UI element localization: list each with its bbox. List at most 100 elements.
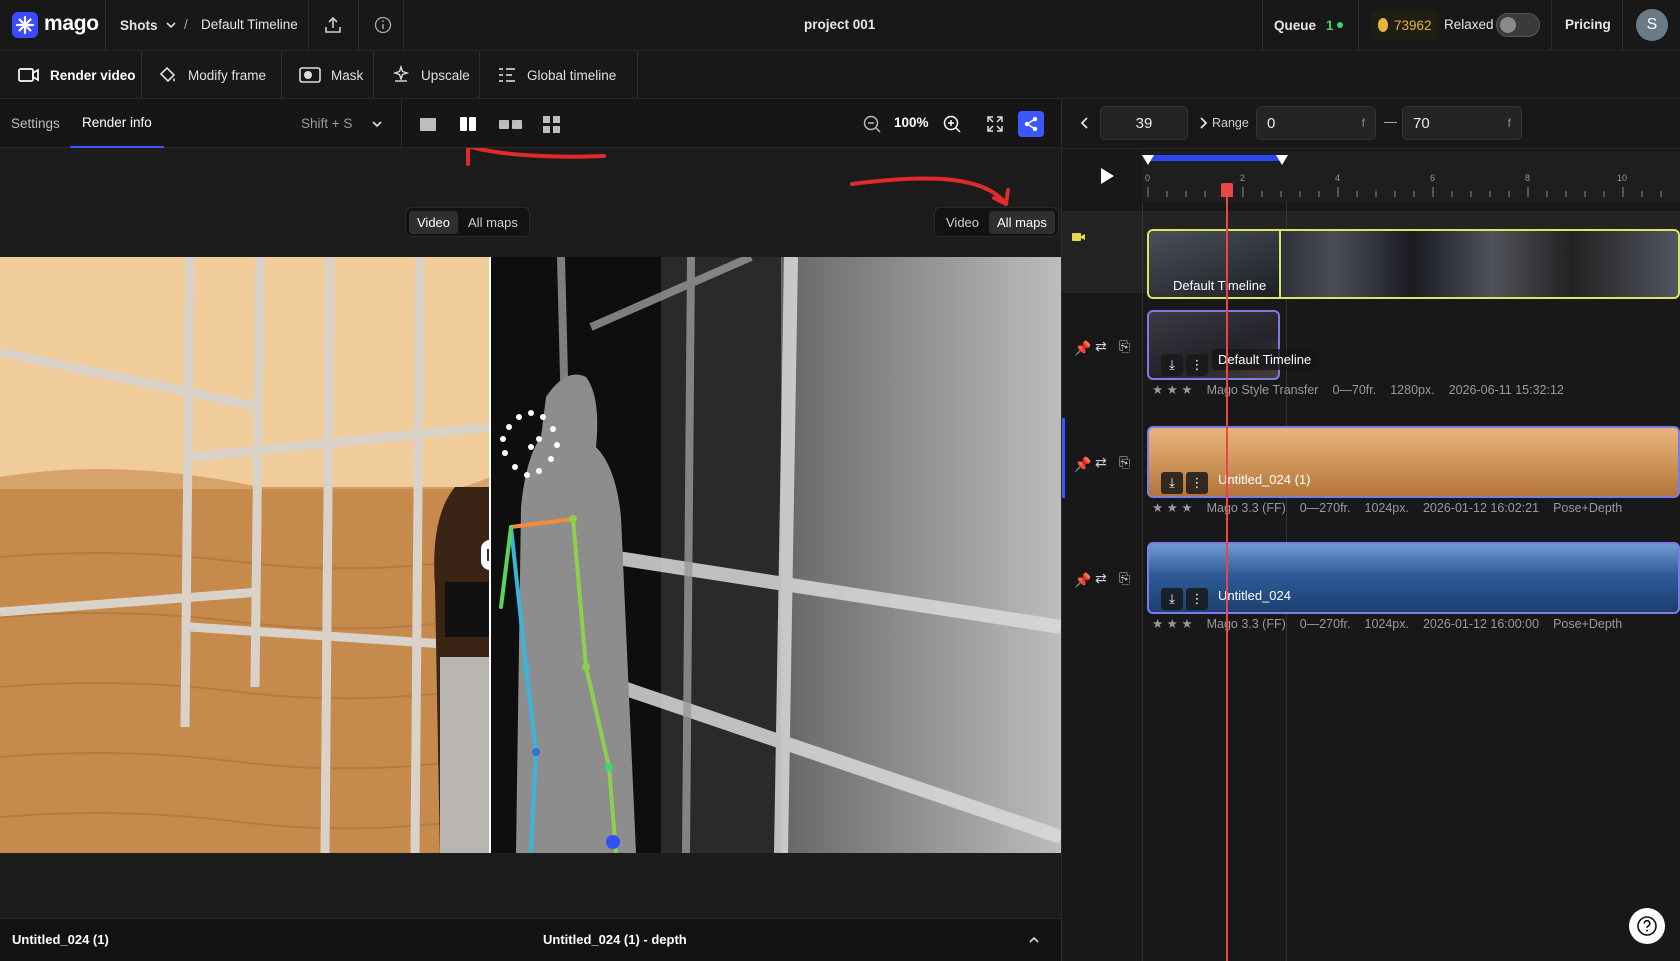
render-video-label: Render video [50,67,136,83]
viewer-header: Settings Render info Shift + S 100% [0,99,1061,148]
more-options-icon[interactable]: ⋮ [1186,354,1208,376]
swap-icon[interactable]: ⇄ [1095,338,1107,355]
modify-frame-label: Modify frame [188,67,267,83]
global-timeline-label: Global timeline [527,67,617,83]
track-2-rating[interactable]: ★ ★ ★ [1152,500,1193,515]
modify-frame-button[interactable]: Modify frame [158,51,266,99]
help-icon [1637,916,1657,936]
zoom-in-button[interactable] [941,113,963,135]
breadcrumb-current[interactable]: Default Timeline [201,17,298,32]
camera-replace-icon[interactable]: ⎘ [1119,454,1130,471]
queue-indicator[interactable]: Queue 1 [1274,0,1343,50]
paint-bucket-icon [159,66,176,83]
right-video-option[interactable]: Video [938,211,987,234]
zoom-in-icon [943,115,961,133]
left-output-name: Untitled_024 (1) [12,932,109,947]
track-2-frames: 0—270fr. [1299,500,1351,515]
global-timeline-button[interactable]: Global timeline [497,51,616,99]
render-video-button[interactable]: Render video [18,51,136,99]
range-start-input[interactable]: 0 f [1256,106,1376,140]
layout-shortcut-dropdown[interactable]: Shift + S [301,99,384,148]
range-start-unit: f [1361,116,1365,130]
track-1-rating[interactable]: ★ ★ ★ [1152,382,1193,397]
layout-single-button[interactable] [419,115,437,133]
pin-icon[interactable]: 📌 [1074,456,1091,473]
coin-icon [1378,18,1388,32]
mask-button[interactable]: Mask [299,51,363,99]
shortcut-label: Shift + S [301,116,353,131]
current-frame-input[interactable]: 39 [1100,106,1188,140]
mode-label: Relaxed [1444,17,1494,32]
relaxed-mode-toggle[interactable] [1496,13,1540,37]
left-video-option[interactable]: Video [409,210,459,234]
upscale-button[interactable]: Upscale [391,51,470,99]
track-3-meta: ★ ★ ★ Mago 3.3 (FF) 0—270fr. 1024px. 202… [1152,616,1622,632]
ruler-tick-2: 2 [1240,173,1246,183]
chevron-down-icon [165,22,176,29]
tab-settings[interactable]: Settings [11,99,60,148]
upscale-sparkle-icon [392,65,410,82]
zoom-level: 100% [894,115,929,130]
ruler-tick-0: 0 [1145,173,1151,183]
pricing-link[interactable]: Pricing [1565,17,1611,32]
zoom-out-button[interactable] [861,113,883,135]
swap-icon[interactable]: ⇄ [1095,570,1107,587]
chevron-right-icon [1200,117,1208,129]
range-label: Range [1212,116,1249,130]
depth-map-image [491,257,1061,853]
swap-icon[interactable]: ⇄ [1095,454,1107,471]
share-button[interactable] [1018,111,1044,137]
mago-logo-icon[interactable] [12,12,38,38]
layout-split-icon [460,117,476,131]
play-icon [1101,168,1114,184]
playhead-handle[interactable] [1221,183,1233,197]
tab-render-info[interactable]: Render info [70,99,164,148]
camera-replace-icon[interactable]: ⎘ [1119,570,1130,587]
camera-replace-icon[interactable]: ⎘ [1119,338,1130,355]
more-options-icon[interactable]: ⋮ [1186,588,1208,610]
left-all-maps-option[interactable]: All maps [460,211,526,234]
pin-icon[interactable]: 📌 [1074,572,1091,589]
credits-value: 73962 [1394,17,1432,33]
upscale-label: Upscale [421,67,470,83]
viewer-canvas: Video All maps Video All maps [0,148,1061,918]
track-3-date: 2026-01-12 16:00:00 [1422,616,1540,631]
layout-split-button[interactable] [459,115,477,133]
more-options-icon[interactable]: ⋮ [1186,472,1208,494]
breadcrumb-separator: / [184,17,188,32]
track-2-maps: Pose+Depth [1553,500,1623,515]
layout-grid-button[interactable] [541,114,561,134]
credits-badge[interactable]: 73962 [1371,10,1439,40]
collapse-footer-button[interactable] [1024,930,1044,950]
download-icon[interactable]: ⤓ [1161,354,1183,376]
info-icon [374,16,392,34]
range-separator: — [1384,114,1397,129]
track-2-model: Mago 3.3 (FF) [1206,500,1286,515]
expand-icon [987,116,1003,132]
fullscreen-button[interactable] [984,113,1006,135]
user-avatar[interactable]: S [1636,9,1668,41]
info-button[interactable] [368,12,398,38]
video-camera-icon [18,68,39,82]
download-icon[interactable]: ⤓ [1161,588,1183,610]
help-button[interactable] [1629,908,1665,944]
mask-image-icon [299,67,321,83]
track-3-rating[interactable]: ★ ★ ★ [1152,616,1193,631]
layout-side-by-side-button[interactable] [497,115,523,133]
playhead[interactable] [1226,183,1228,961]
export-button[interactable] [318,12,348,38]
download-icon[interactable]: ⤓ [1161,472,1183,494]
right-output-name: Untitled_024 (1) - depth [543,932,687,947]
viewer-footer: Untitled_024 (1) Untitled_024 (1) - dept… [0,918,1061,961]
track-row-3: 📌 ⇄ ⎘ ⤓ ⋮ Untitled_024 ★ ★ ★ Mago 3.3 (F… [1062,534,1680,638]
track-3-model: Mago 3.3 (FF) [1206,616,1286,631]
camera-track-icon [1072,233,1085,241]
range-end-input[interactable]: 70 f [1402,106,1522,140]
right-all-maps-option[interactable]: All maps [989,210,1055,234]
track-1-meta: ★ ★ ★ Mago Style Transfer 0—70fr. 1280px… [1152,382,1564,398]
prev-frame-button[interactable] [1072,109,1098,137]
shots-menu[interactable]: Shots [120,0,178,50]
pin-icon[interactable]: 📌 [1074,340,1091,357]
play-button[interactable] [1092,161,1122,191]
track-2-date: 2026-01-12 16:02:21 [1422,500,1540,515]
